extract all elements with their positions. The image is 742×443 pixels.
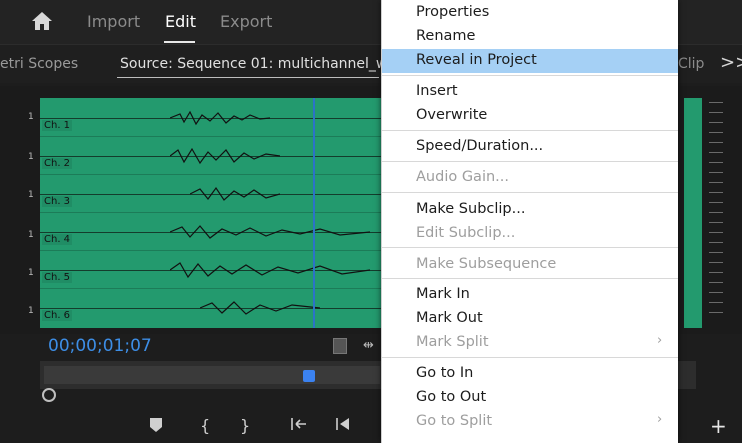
tab-clip-partial[interactable]: Clip [678,56,704,72]
audio-waveform-right-edge [684,98,702,328]
track-number: 1 [28,230,34,240]
channel-row: Ch. 1 [40,98,382,137]
waveform-burst [200,301,320,315]
track-number: 1 [28,190,34,200]
menu-item-edit-subclip: Edit Subclip... [416,225,516,241]
track-number: 1 [28,306,34,316]
waveform-burst [190,186,280,201]
menu-item-properties[interactable]: Properties [382,1,678,25]
audio-level-ruler [705,98,725,328]
tab-source-monitor[interactable]: Source: Sequence 01: multichannel_wav_ [120,56,411,72]
zoom-handle-left[interactable] [42,388,56,402]
channel-row: Ch. 4 [40,212,382,251]
channel-row: Ch. 5 [40,250,382,289]
waveform-burst [170,147,280,165]
track-number: 1 [28,268,34,278]
track-number: 1 [28,152,34,162]
channel-label: Ch. 3 [42,196,73,207]
channel-row: Ch. 2 [40,136,382,175]
menu-item-make-subclip[interactable]: Make Subclip... [382,198,678,222]
drag-audio-icon[interactable]: ⇹ [363,338,374,353]
menu-item-make-subsequence: Make Subsequence [416,256,557,272]
playhead-line[interactable] [313,98,315,328]
channel-row: Ch. 6 [40,288,382,326]
playhead-timecode[interactable]: 00;00;01;07 [48,336,152,356]
nav-import-tab[interactable]: Import [87,12,140,31]
panel-overflow-icon[interactable]: >> [720,52,742,73]
channel-row: Ch. 3 [40,174,382,213]
home-icon[interactable] [30,10,54,36]
track-number: 1 [28,112,34,122]
menu-item-audio-gain: Audio Gain... [416,169,509,185]
menu-separator [382,278,678,279]
menu-item-reveal-in-project[interactable]: Reveal in Project [382,49,678,73]
channel-label: Ch. 5 [42,272,73,283]
channel-label: Ch. 1 [42,120,73,131]
waveform-burst [170,110,270,126]
menu-item-overwrite[interactable]: Overwrite [382,104,678,128]
waveform-burst [170,262,370,279]
context-menu: Properties Rename Reveal in Project Inse… [381,0,678,443]
menu-separator [382,357,678,358]
channel-label: Ch. 2 [42,158,73,169]
menu-separator [382,75,678,76]
mark-in-icon[interactable]: { [200,416,210,435]
add-marker-icon[interactable] [150,417,162,436]
submenu-arrow-icon: › [657,412,663,427]
scrub-track [44,366,380,384]
active-tab-indicator [164,41,195,43]
nav-export-tab[interactable]: Export [220,12,272,31]
step-back-icon[interactable] [335,416,351,435]
menu-separator [382,130,678,131]
go-to-in-icon[interactable] [290,416,308,435]
button-editor-add-icon[interactable]: + [710,414,727,438]
menu-item-insert[interactable]: Insert [382,80,678,104]
submenu-arrow-icon: › [657,333,663,348]
menu-item-speed-duration[interactable]: Speed/Duration... [382,135,678,159]
waveform-burst [170,225,370,239]
menu-item-mark-split: Mark Split › [416,333,663,350]
menu-item-go-to-out[interactable]: Go to Out [382,386,678,410]
tab-lumetri-scopes[interactable]: etri Scopes [0,56,78,72]
menu-item-rename[interactable]: Rename [382,25,678,49]
menu-separator [382,192,678,193]
mark-out-icon[interactable]: } [240,416,250,435]
audio-waveform[interactable]: Ch. 1 Ch. 2 Ch. 3 Ch. 4 Ch. 5 Ch. 6 [40,98,382,328]
menu-item-mark-out[interactable]: Mark Out [382,307,678,331]
menu-separator [382,161,678,162]
playhead-marker[interactable] [303,370,315,382]
menu-item-go-to-in[interactable]: Go to In [382,362,678,386]
menu-item-mark-in[interactable]: Mark In [382,283,678,307]
channel-label: Ch. 6 [42,310,73,321]
menu-separator [382,247,678,248]
safe-margins-icon[interactable] [333,338,347,354]
menu-item-go-to-split: Go to Split › [416,412,663,429]
nav-edit-tab[interactable]: Edit [165,12,196,31]
source-tab-underline [117,77,379,78]
channel-label: Ch. 4 [42,234,73,245]
